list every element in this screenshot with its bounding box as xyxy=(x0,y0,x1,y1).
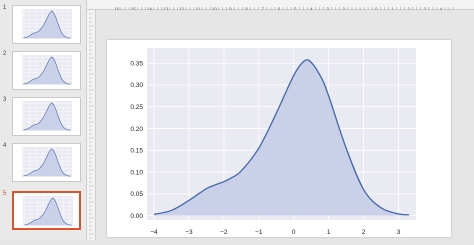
slide-thumbnail-image[interactable] xyxy=(12,5,81,44)
slide-thumbnail-5[interactable]: 5 xyxy=(0,191,86,237)
vertical-ruler-ticks xyxy=(89,13,94,239)
horizontal-ruler: 16 15 14 13 12 11 10 9 8 7 6 5 4 3 2 1 0 1 2 3 4 xyxy=(87,0,474,12)
thumbnail-chart xyxy=(22,147,72,177)
thumbnail-chart xyxy=(22,55,72,85)
y-tick-label: 0.00 xyxy=(130,213,143,220)
slide-number: 5 xyxy=(3,191,7,197)
slide-number: 2 xyxy=(3,51,7,57)
x-tick-label: −2 xyxy=(220,229,228,236)
x-tick-label: −3 xyxy=(185,229,193,236)
y-tick-label: 0.05 xyxy=(130,191,143,198)
slide-thumbnail-2[interactable]: 2 xyxy=(0,51,86,97)
x-tick-label: 0 xyxy=(292,229,296,236)
presentation-editor: 12345 16 15 14 13 12 11 10 9 8 7 6 5 4 3 2 1 0 1 2 3 4 −4 −3−… xyxy=(0,0,474,240)
slide-thumbnail-image[interactable] xyxy=(12,191,81,230)
y-tick-label: 0.20 xyxy=(130,126,143,133)
slide-thumbnail-pane[interactable]: 1 2 3 4 5 xyxy=(0,0,87,240)
x-tick-label: 1 xyxy=(327,229,331,236)
density-chart: −4 −3 −2 −1 0 1 2 3 0.00 0.05 0.10 0.15 0.20 0.25 0.30… xyxy=(130,48,416,236)
y-tick-label: 0.25 xyxy=(130,104,143,111)
thumbnail-chart xyxy=(22,101,72,131)
slide-number: 1 xyxy=(3,5,7,11)
slide-thumbnail-image[interactable] xyxy=(12,143,81,182)
y-tick-label: 0.15 xyxy=(130,148,143,155)
x-tick-label: 2 xyxy=(362,229,366,236)
x-tick-label: −1 xyxy=(255,229,263,236)
y-tick-label: 0.30 xyxy=(130,82,143,89)
x-tick-label: 3 xyxy=(397,229,401,236)
slide-thumbnail-4[interactable]: 4 xyxy=(0,143,86,189)
slide-thumbnail-image[interactable] xyxy=(12,51,81,90)
slide-number: 3 xyxy=(3,97,7,103)
thumbnail-chart xyxy=(23,196,73,226)
thumbnail-chart xyxy=(22,9,72,39)
y-tick-label: 0.35 xyxy=(130,60,143,67)
x-tick-label: −4 xyxy=(150,229,158,236)
slide-thumbnail-3[interactable]: 3 xyxy=(0,97,86,143)
y-tick-label: 0.10 xyxy=(130,169,143,176)
slide-thumbnail-1[interactable]: 1 xyxy=(0,5,86,51)
vertical-ruler xyxy=(87,10,96,240)
slide-number: 4 xyxy=(3,143,7,149)
slide-thumbnail-image[interactable] xyxy=(12,97,81,136)
current-slide[interactable]: −4 −3 −2 −1 0 1 2 3 0.00 0.05 0.10 0.15 0.20 0.25 0.30… xyxy=(107,40,451,237)
